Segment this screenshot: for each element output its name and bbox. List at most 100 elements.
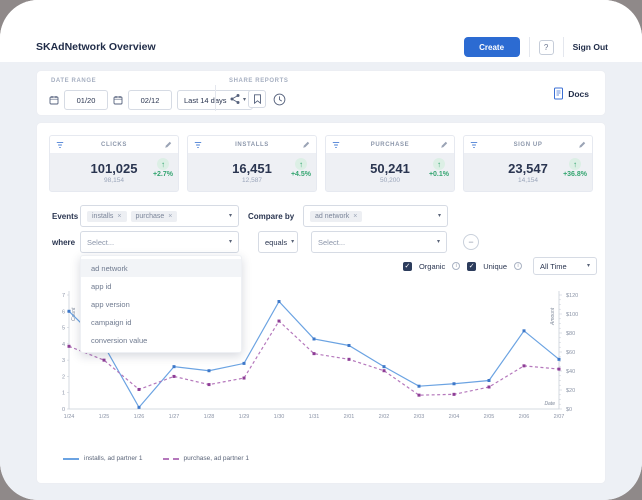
svg-text:$20: $20 bbox=[566, 388, 575, 394]
where-filter-row: where Select... ▾ equals ▾ Select... ▾ − bbox=[52, 231, 479, 253]
metric-cards: CLICKS 101,025 98,154 ↑ +2.7% bbox=[49, 135, 593, 192]
minus-icon: − bbox=[468, 237, 473, 247]
trend-up-icon: ↑ bbox=[433, 158, 445, 170]
remove-chip-icon[interactable]: × bbox=[117, 213, 121, 220]
bookmark-button[interactable] bbox=[248, 90, 266, 108]
remove-chip-icon[interactable]: × bbox=[168, 213, 172, 220]
share-icon[interactable] bbox=[229, 93, 241, 105]
svg-text:1/31: 1/31 bbox=[309, 414, 320, 420]
chevron-down-icon: ▾ bbox=[229, 239, 232, 245]
svg-text:1: 1 bbox=[62, 391, 65, 397]
date-preset-value: Last 14 days bbox=[184, 96, 227, 105]
clock-icon bbox=[273, 93, 286, 106]
operator-select[interactable]: equals ▾ bbox=[258, 231, 298, 253]
filter-icon[interactable] bbox=[332, 141, 340, 149]
where-value-select[interactable]: Select... ▾ bbox=[311, 231, 447, 253]
chip-label: installs bbox=[92, 213, 113, 220]
header-actions: Create ? Sign Out bbox=[464, 36, 608, 58]
event-chip[interactable]: installs × bbox=[87, 211, 127, 222]
compare-chip[interactable]: ad network × bbox=[310, 211, 362, 222]
svg-text:3: 3 bbox=[62, 358, 65, 364]
remove-chip-icon[interactable]: × bbox=[353, 213, 357, 220]
legend-item[interactable]: installs, ad partner 1 bbox=[63, 455, 143, 462]
edit-icon[interactable] bbox=[440, 141, 448, 149]
metric-subvalue: 12,587 bbox=[242, 177, 262, 184]
svg-text:2/02: 2/02 bbox=[379, 414, 390, 420]
metric-subvalue: 14,154 bbox=[518, 177, 538, 184]
metric-subvalue: 50,200 bbox=[380, 177, 400, 184]
metric-value: 16,451 bbox=[232, 161, 272, 176]
filter-icon[interactable] bbox=[56, 141, 64, 149]
filter-icon[interactable] bbox=[470, 141, 478, 149]
date-from-input[interactable]: 01/20 bbox=[64, 90, 108, 110]
help-button[interactable]: ? bbox=[539, 40, 554, 55]
svg-text:4: 4 bbox=[62, 342, 65, 348]
svg-text:6: 6 bbox=[62, 309, 65, 315]
metric-card-signup: SIGN UP 23,547 14,154 ↑ +36.8% bbox=[463, 135, 593, 192]
legend-label: purchase, ad partner 1 bbox=[184, 455, 249, 462]
dropdown-option-campaign-id[interactable]: campaign id bbox=[81, 313, 241, 331]
filter-icon[interactable] bbox=[194, 141, 202, 149]
svg-text:7: 7 bbox=[62, 293, 65, 299]
dropdown-option-app-version[interactable]: app version bbox=[81, 295, 241, 313]
compare-by-label: Compare by bbox=[248, 212, 303, 221]
metric-card-clicks: CLICKS 101,025 98,154 ↑ +2.7% bbox=[49, 135, 179, 192]
page-title: SKAdNetwork Overview bbox=[36, 41, 156, 53]
sign-out-link[interactable]: Sign Out bbox=[573, 42, 608, 52]
info-icon[interactable]: i bbox=[514, 262, 522, 270]
time-filter-value: All Time bbox=[540, 262, 567, 271]
metric-title: PURCHASE bbox=[344, 142, 436, 148]
app-window: SKAdNetwork Overview Create ? Sign Out D… bbox=[0, 0, 642, 500]
calendar-icon bbox=[113, 95, 123, 105]
metric-change: +0.1% bbox=[429, 171, 449, 178]
events-select[interactable]: installs × purchase × ▾ bbox=[80, 205, 239, 227]
svg-text:5: 5 bbox=[62, 326, 65, 332]
metric-card-installs: INSTALLS 16,451 12,587 ↑ +4.5% bbox=[187, 135, 317, 192]
toolbar-card: DATE RANGE 01/20 02/12 Last 14 days ▾ SH… bbox=[36, 70, 606, 116]
svg-text:2/06: 2/06 bbox=[519, 414, 530, 420]
events-filter-row: Events installs × purchase × ▾ Compare b… bbox=[52, 205, 448, 227]
svg-text:$0: $0 bbox=[566, 407, 572, 413]
divider bbox=[215, 85, 216, 111]
svg-text:2/05: 2/05 bbox=[484, 414, 495, 420]
compare-by-select[interactable]: ad network × ▾ bbox=[303, 205, 448, 227]
info-icon[interactable]: i bbox=[452, 262, 460, 270]
trend-up-icon: ↑ bbox=[569, 158, 581, 170]
remove-filter-button[interactable]: − bbox=[463, 234, 479, 250]
metric-value: 101,025 bbox=[91, 161, 138, 176]
edit-icon[interactable] bbox=[578, 141, 586, 149]
trend-up-icon: ↑ bbox=[157, 158, 169, 170]
time-filter-select[interactable]: All Time ▾ bbox=[533, 257, 597, 275]
svg-text:2/07: 2/07 bbox=[554, 414, 565, 420]
info-glyph: i bbox=[456, 263, 457, 269]
dropdown-option-ad-network[interactable]: ad network bbox=[81, 259, 241, 277]
date-to-input[interactable]: 02/12 bbox=[128, 90, 172, 110]
organic-checkbox[interactable]: ✓ bbox=[403, 262, 412, 271]
dropdown-option-conversion-value[interactable]: conversion value bbox=[81, 331, 241, 349]
chart-legend: installs, ad partner 1 purchase, ad partn… bbox=[63, 455, 249, 462]
history-button[interactable] bbox=[273, 93, 286, 106]
unique-checkbox[interactable]: ✓ bbox=[467, 262, 476, 271]
metric-change: +36.8% bbox=[563, 171, 587, 178]
document-icon bbox=[553, 87, 564, 100]
select-placeholder: Select... bbox=[87, 238, 114, 247]
metric-change: +4.5% bbox=[291, 171, 311, 178]
metric-card-purchase: PURCHASE 50,241 50,200 ↑ +0.1% bbox=[325, 135, 455, 192]
share-reports-label: SHARE REPORTS bbox=[229, 78, 288, 84]
docs-button[interactable]: Docs bbox=[553, 87, 589, 100]
date-range-label: DATE RANGE bbox=[51, 78, 96, 84]
calendar-icon bbox=[49, 95, 59, 105]
edit-icon[interactable] bbox=[164, 141, 172, 149]
legend-item[interactable]: purchase, ad partner 1 bbox=[163, 455, 249, 462]
dropdown-option-app-id[interactable]: app id bbox=[81, 277, 241, 295]
create-button[interactable]: Create bbox=[464, 37, 520, 57]
divider bbox=[563, 37, 564, 57]
solid-line-swatch bbox=[63, 458, 79, 460]
chart-controls: ✓ Organic i ✓ Unique i All Time ▾ bbox=[403, 257, 597, 275]
event-chip[interactable]: purchase × bbox=[131, 211, 178, 222]
svg-text:1/27: 1/27 bbox=[169, 414, 180, 420]
where-field-select[interactable]: Select... ▾ bbox=[80, 231, 239, 253]
edit-icon[interactable] bbox=[302, 141, 310, 149]
content-area: DATE RANGE 01/20 02/12 Last 14 days ▾ SH… bbox=[0, 62, 642, 500]
svg-text:1/25: 1/25 bbox=[99, 414, 110, 420]
